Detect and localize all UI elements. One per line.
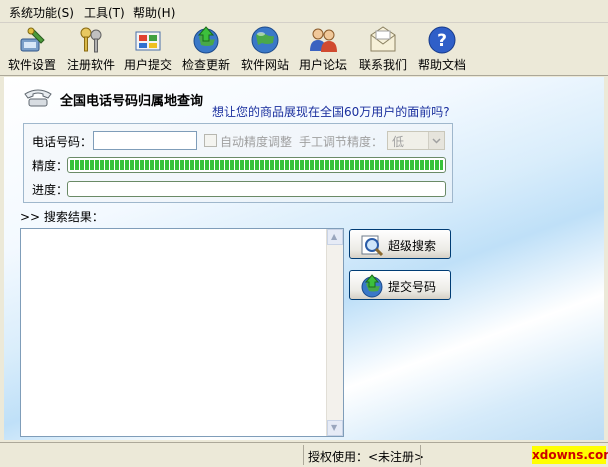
submit-number-label: 提交号码 <box>388 280 437 294</box>
watermark-badge: xdowns.com <box>532 446 608 464</box>
envelope-icon <box>370 26 396 52</box>
toolbar-update-button[interactable]: 检查更新 <box>177 25 235 73</box>
telephone-icon <box>24 89 52 107</box>
phone-label: 电话号码： <box>32 135 93 149</box>
page-title: 全国电话号码归属地查询 <box>60 94 204 109</box>
chevron-down-icon[interactable] <box>428 132 444 149</box>
upload-globe-icon <box>361 274 383 298</box>
status-divider <box>420 445 421 465</box>
title-area: 全国电话号码归属地查询 <box>22 86 203 110</box>
submit-icon <box>135 31 161 51</box>
toolbar-forum-button[interactable]: 用户论坛 <box>294 25 352 73</box>
toolbar-settings-button[interactable]: 软件设置 <box>3 25 61 73</box>
precision-bar <box>67 157 446 173</box>
precision-label: 精度： <box>32 159 69 173</box>
menu-bar: 系统功能(S) 工具(T) 帮助(H) <box>0 0 608 23</box>
precision-select-value: 低 <box>392 135 405 149</box>
toolbar-settings-label: 软件设置 <box>7 58 56 72</box>
promo-link[interactable]: 想让您的商品展现在全国60万用户的面前吗? <box>212 103 450 120</box>
auto-precision-checkbox[interactable] <box>204 134 217 147</box>
toolbar-submit-label: 用户提交 <box>123 58 172 72</box>
magnifier-icon <box>361 235 384 257</box>
precision-bar-fill <box>70 160 443 170</box>
precision-select[interactable]: 低 <box>387 131 445 150</box>
main-panel: 全国电话号码归属地查询 想让您的商品展现在全国60万用户的面前吗? 电话号码： … <box>4 77 604 440</box>
results-label: >> 搜索结果： <box>20 210 104 224</box>
toolbar-register-label: 注册软件 <box>66 58 115 72</box>
manual-precision-label: 手工调节精度： <box>299 135 384 149</box>
progress-bar <box>67 181 446 197</box>
progress-label: 进度： <box>32 183 69 197</box>
toolbar-register-button[interactable]: 注册软件 <box>62 25 120 73</box>
menu-help[interactable]: 帮助(H) <box>133 4 175 21</box>
toolbar-website-button[interactable]: 软件网站 <box>236 25 294 73</box>
menu-system[interactable]: 系统功能(S) <box>9 4 74 21</box>
toolbar: 软件设置 注册软件 用户提交 检查更新 软件网站 用户论坛 联系我们 ? 帮助文… <box>0 23 608 76</box>
toolbar-website-label: 软件网站 <box>240 58 289 72</box>
super-search-button[interactable]: 超级搜索 <box>349 229 451 259</box>
update-globe-icon <box>193 26 219 54</box>
toolbar-forum-label: 用户论坛 <box>298 58 347 72</box>
status-divider <box>303 445 304 465</box>
results-scrollbar[interactable]: ▲ ▼ <box>326 229 343 436</box>
auto-precision-label: 自动精度调整 <box>220 135 293 149</box>
toolbar-contact-button[interactable]: 联系我们 <box>354 25 412 73</box>
svg-text:?: ? <box>437 31 447 51</box>
toolbar-help-button[interactable]: ? 帮助文档 <box>413 25 471 73</box>
menu-tools[interactable]: 工具(T) <box>84 4 125 21</box>
status-bar: 授权使用：<未注册> xdowns.com <box>0 442 608 467</box>
phone-input[interactable] <box>93 131 197 150</box>
toolbar-help-label: 帮助文档 <box>417 58 466 72</box>
license-status: 授权使用：<未注册> <box>308 450 425 464</box>
toolbar-update-label: 检查更新 <box>181 58 230 72</box>
query-panel: 电话号码： 自动精度调整 手工调节精度： 低 精度： 进度： <box>23 123 453 203</box>
keys-icon <box>80 27 102 53</box>
super-search-label: 超级搜索 <box>388 239 437 253</box>
scroll-up-button[interactable]: ▲ <box>327 229 343 245</box>
results-list[interactable]: ▲ ▼ <box>20 228 344 437</box>
globe-icon <box>251 26 279 54</box>
toolbar-submit-button[interactable]: 用户提交 <box>119 25 177 73</box>
help-icon: ? <box>428 26 456 54</box>
submit-number-button[interactable]: 提交号码 <box>349 270 451 300</box>
forum-users-icon <box>310 28 337 52</box>
scroll-down-button[interactable]: ▼ <box>327 420 343 436</box>
toolbar-contact-label: 联系我们 <box>358 58 407 72</box>
settings-icon <box>20 27 45 52</box>
